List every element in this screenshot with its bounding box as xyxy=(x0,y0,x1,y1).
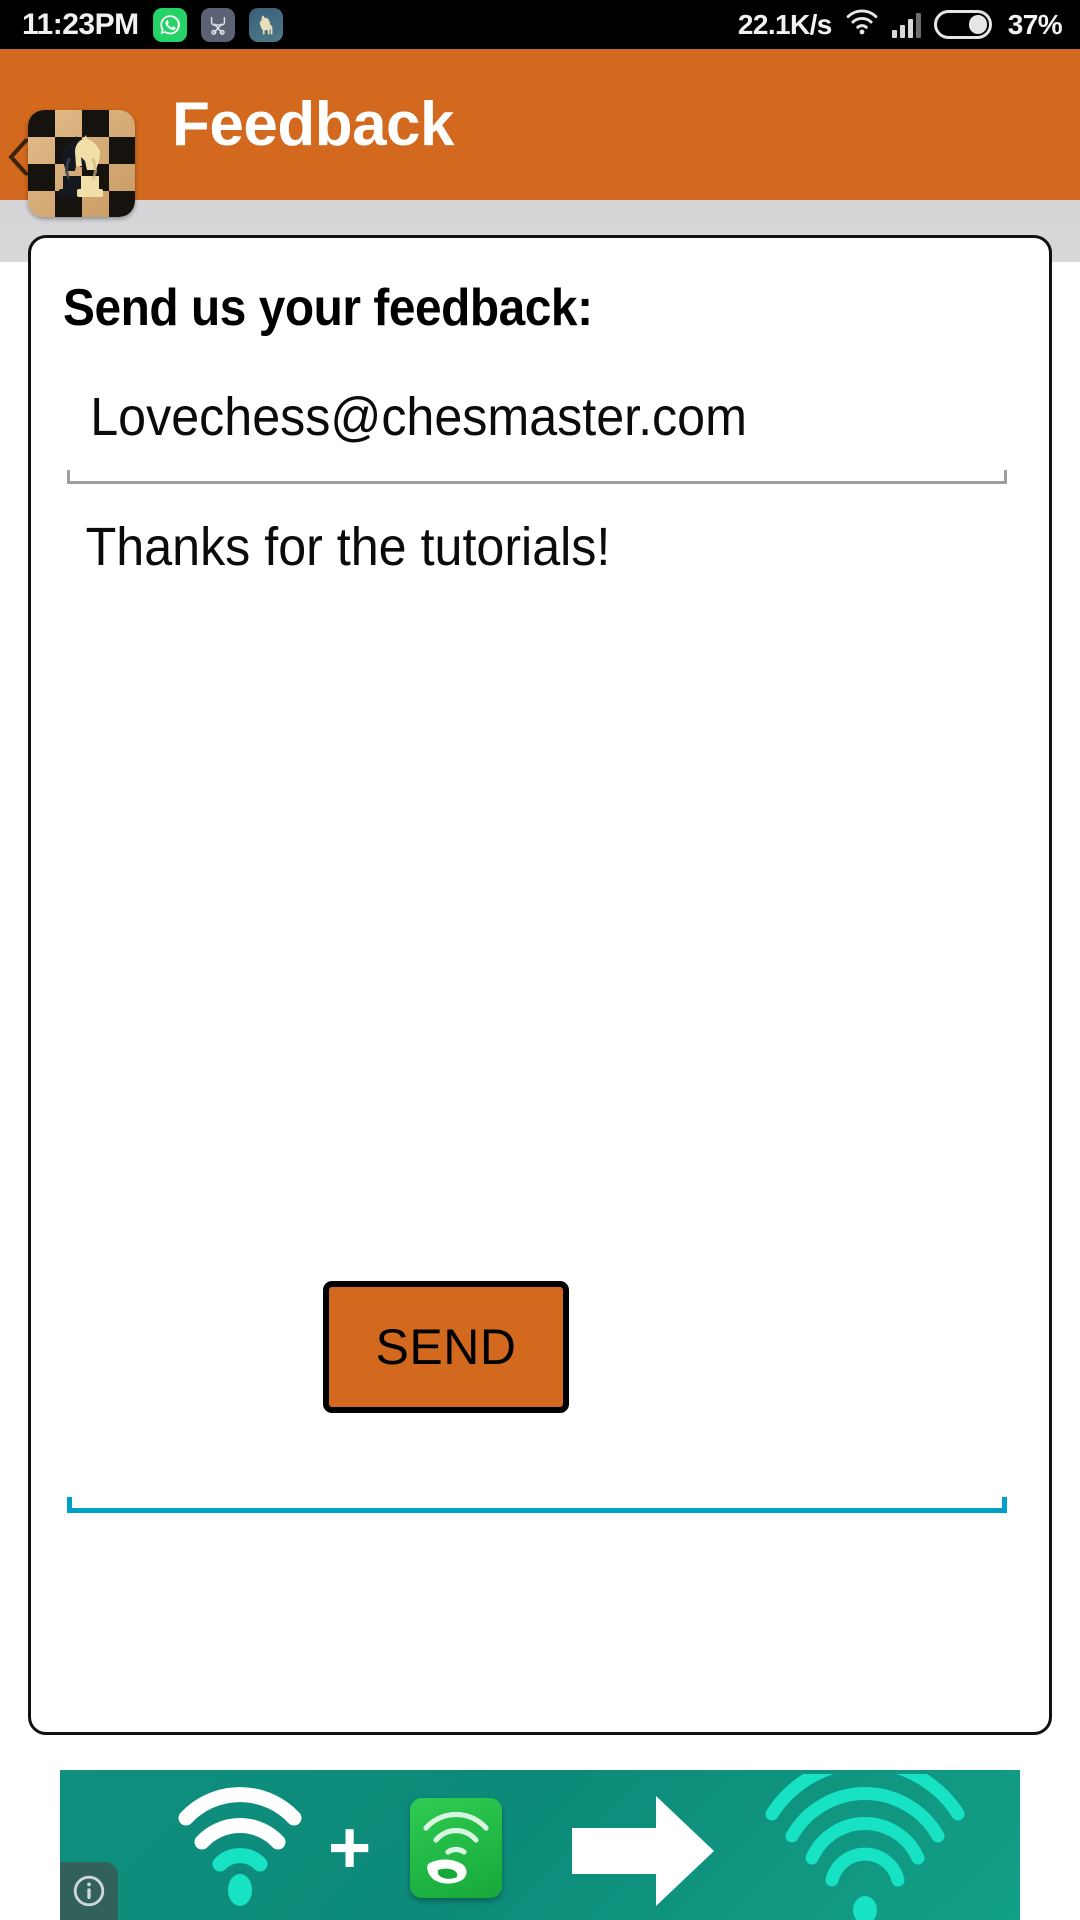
status-bar-right: 22.1K/s 37% xyxy=(737,8,1063,41)
ad-banner[interactable]: + xyxy=(60,1770,1020,1920)
email-field[interactable]: Lovechess@chesmaster.com xyxy=(67,386,1007,484)
wifi-icon xyxy=(845,9,879,40)
signal-icon xyxy=(891,12,921,38)
battery-icon xyxy=(933,10,992,39)
arrow-right-icon xyxy=(568,1792,718,1915)
app-bar: Feedback xyxy=(0,49,1080,217)
card-heading: Send us your feedback: xyxy=(63,279,593,337)
wifi-white-icon xyxy=(170,1784,310,1917)
page-title: Feedback xyxy=(172,90,455,159)
message-field-underline xyxy=(67,1497,1007,1513)
wifi-cyan-icon xyxy=(760,1770,970,1920)
status-bar: 11:23PM 22.1K/s 37% xyxy=(0,0,1080,49)
battery-fill xyxy=(969,15,987,34)
email-input-value[interactable]: Lovechess@chesmaster.com xyxy=(67,386,941,448)
scissors-icon xyxy=(200,7,235,42)
feedback-card: Send us your feedback: Lovechess@chesmas… xyxy=(28,235,1052,1735)
status-clock: 11:23PM xyxy=(22,7,139,41)
battery-percent-text: 37% xyxy=(1007,8,1063,40)
status-bar-left: 11:23PM xyxy=(22,7,283,42)
email-field-underline xyxy=(67,470,1007,484)
llama-icon xyxy=(248,7,283,42)
chess-knights-icon[interactable] xyxy=(28,110,135,217)
plus-icon: + xyxy=(328,1806,372,1889)
message-input-value[interactable]: Thanks for the tutorials! xyxy=(67,508,941,578)
send-button[interactable]: SEND xyxy=(323,1281,569,1413)
green-app-icon xyxy=(410,1798,502,1898)
ad-info-icon[interactable] xyxy=(60,1862,118,1920)
network-speed-text: 22.1K/s xyxy=(737,8,832,40)
whatsapp-icon xyxy=(152,7,187,42)
